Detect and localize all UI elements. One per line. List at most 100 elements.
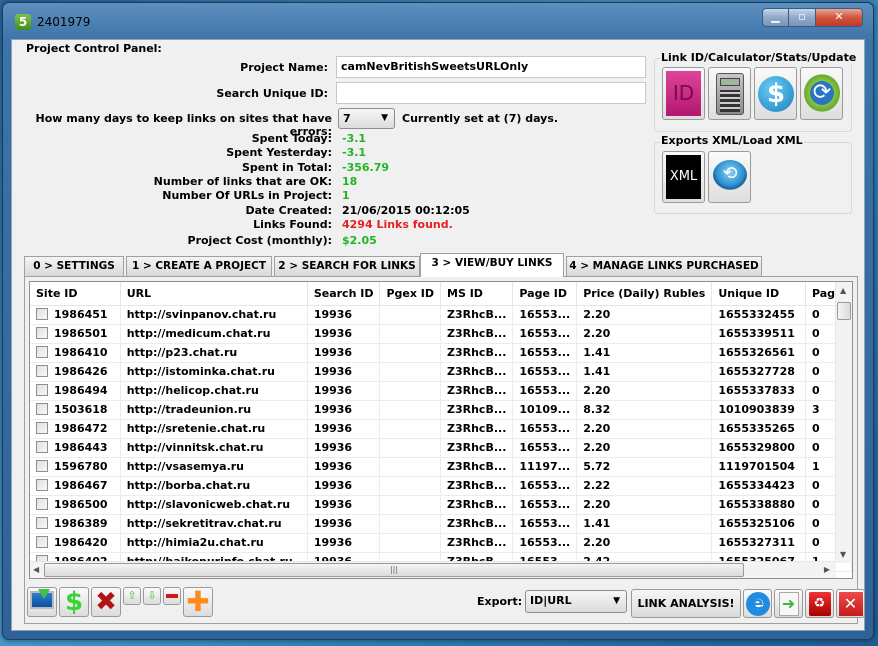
table-row[interactable]: 1986451 http://svinpanov.chat.ru 19936 Z3Rh… (30, 305, 852, 325)
stats-button[interactable]: $ (754, 67, 797, 120)
table-cell: Z3RhcB... (440, 419, 514, 439)
scroll-left-icon[interactable]: ◀ (33, 565, 39, 574)
row-checkbox[interactable] (36, 308, 48, 320)
delete-button[interactable]: ✖ (91, 587, 121, 617)
stat-value: 4294 Links found. (342, 218, 453, 231)
move-up-button[interactable]: ⇧ (123, 587, 141, 605)
add-button[interactable]: ✚ (183, 587, 213, 617)
recycle-button[interactable]: ♻ (805, 589, 834, 618)
download-button[interactable] (27, 587, 57, 617)
table-row[interactable]: 1986501 http://medicum.chat.ru 19936 Z3RhcB… (30, 324, 852, 344)
table-row[interactable]: 1986494 http://helicop.chat.ru 19936 Z3RhcB… (30, 381, 852, 401)
add-plus-icon: ✚ (186, 585, 210, 618)
vertical-scroll-thumb[interactable] (837, 302, 851, 320)
remove-button[interactable] (163, 587, 181, 605)
tab-view-buy-links[interactable]: 3 > VIEW/BUY LINKS (420, 253, 564, 277)
table-cell: Z3RhcB... (440, 495, 514, 515)
row-checkbox[interactable] (36, 346, 48, 358)
close-icon: ✕ (834, 10, 844, 23)
keep-days-select[interactable]: 7 ▼ (338, 108, 395, 129)
column-header[interactable]: Unique ID (711, 282, 806, 306)
row-checkbox[interactable] (36, 441, 48, 453)
table-cell: 1655325106 (711, 514, 806, 534)
export-document-icon: ➜ (778, 592, 799, 616)
column-header[interactable]: Site ID (30, 282, 121, 306)
window-title: 2401979 (37, 15, 91, 29)
table-cell: 16553... (512, 305, 578, 325)
table-row[interactable]: 1986467 http://borba.chat.ru 19936 Z3RhcB..… (30, 476, 852, 496)
table-cell: 19936 (307, 438, 381, 458)
table-cell (379, 495, 441, 515)
row-checkbox[interactable] (36, 365, 48, 377)
row-checkbox[interactable] (36, 422, 48, 434)
table-row[interactable]: 1986420 http://himia2u.chat.ru 19936 Z3RhcB… (30, 533, 852, 553)
tab-search-for-links[interactable]: 2 > SEARCH FOR LINKS (274, 256, 420, 276)
table-cell: http://sretenie.chat.ru (120, 419, 308, 439)
table-row[interactable]: 1986472 http://sretenie.chat.ru 19936 Z3Rhc… (30, 419, 852, 439)
close-window-button[interactable]: ✕ (816, 8, 863, 27)
column-header[interactable]: Price (Daily) Rubles (576, 282, 713, 306)
close-project-button[interactable]: ✕ (836, 589, 865, 618)
minimize-button[interactable]: ▁ (762, 8, 789, 27)
row-checkbox[interactable] (36, 498, 48, 510)
update-button[interactable]: ⟳ (800, 67, 843, 120)
delete-x-icon: ✖ (95, 587, 117, 617)
project-name-input[interactable]: camNevBritishSweetsURLOnly (336, 56, 646, 78)
open-in-browser-button[interactable]: e (743, 589, 772, 618)
table-cell: Z3RhcB... (440, 305, 514, 325)
table-row[interactable]: 1986426 http://istominka.chat.ru 19936 Z3Rh… (30, 362, 852, 382)
row-checkbox[interactable] (36, 403, 48, 415)
horizontal-scroll-thumb[interactable]: ||| (44, 563, 744, 577)
link-id-button[interactable]: ID (662, 67, 705, 120)
table-cell: 5.72 (576, 457, 713, 477)
table-cell: 1655338880 (711, 495, 806, 515)
scroll-up-icon[interactable]: ▲ (840, 286, 846, 295)
row-checkbox[interactable] (36, 479, 48, 491)
row-checkbox[interactable] (36, 460, 48, 472)
table-cell: http://slavonicweb.chat.ru (120, 495, 308, 515)
table-cell: 1986389 (30, 514, 121, 534)
table-cell (379, 381, 441, 401)
table-cell: 16553... (512, 495, 578, 515)
table-row[interactable]: 1986500 http://slavonicweb.chat.ru 19936 Z3… (30, 495, 852, 515)
table-cell: 1655329800 (711, 438, 806, 458)
vertical-scrollbar[interactable]: ▲ ▼ (835, 282, 852, 563)
table-cell: 1596780 (30, 457, 121, 477)
column-header[interactable]: URL (120, 282, 308, 306)
link-analysis-button[interactable]: LINK ANALYSIS! (631, 589, 741, 618)
row-checkbox[interactable] (36, 536, 48, 548)
buy-button[interactable]: $ (59, 587, 89, 617)
row-checkbox[interactable] (36, 384, 48, 396)
maximize-button[interactable]: ▫ (789, 8, 816, 27)
row-checkbox[interactable] (36, 327, 48, 339)
row-checkbox[interactable] (36, 517, 48, 529)
table-row[interactable]: 1986389 http://sekretitrav.chat.ru 19936 Z3… (30, 514, 852, 534)
column-header[interactable]: MS ID (440, 282, 514, 306)
export-xml-button[interactable]: XML (662, 151, 705, 203)
table-row[interactable]: 1503618 http://tradeunion.ru 19936 Z3RhcB..… (30, 400, 852, 420)
export-document-button[interactable]: ➜ (774, 589, 803, 618)
bottom-toolbar: $ ✖ ⇧ ⇩ ✚ Export: ID|URL ▼ LINK ANALYSIS… (25, 585, 865, 625)
table-cell: 1986501 (30, 324, 121, 344)
move-down-button[interactable]: ⇩ (143, 587, 161, 605)
export-format-select[interactable]: ID|URL ▼ (525, 590, 627, 613)
title-bar[interactable]: 5 2401979 ▁ ▫ ✕ (3, 3, 873, 37)
client-area: Project Control Panel: Project Name: cam… (11, 39, 865, 631)
tab-settings[interactable]: 0 > SETTINGS (24, 256, 124, 276)
table-row[interactable]: 1986410 http://p23.chat.ru 19936 Z3RhcB... 1… (30, 343, 852, 363)
scroll-down-icon[interactable]: ▼ (840, 550, 846, 559)
column-header[interactable]: Search ID (307, 282, 381, 306)
table-cell: 8.32 (576, 400, 713, 420)
load-xml-button[interactable]: ⟲ (708, 151, 751, 203)
tab-manage-links-purchased[interactable]: 4 > MANAGE LINKS PURCHASED (566, 256, 762, 276)
horizontal-scrollbar[interactable]: ◀ ||| ▶ (30, 561, 836, 578)
calculator-button[interactable] (708, 67, 751, 120)
tab-create-project[interactable]: 1 > CREATE A PROJECT (126, 256, 272, 276)
scroll-right-icon[interactable]: ▶ (824, 565, 830, 574)
column-header[interactable]: Page ID (512, 282, 578, 306)
table-row[interactable]: 1596780 http://vsasemya.ru 19936 Z3RhcB... 1… (30, 457, 852, 477)
stat-label: Date Created: (245, 204, 332, 217)
column-header[interactable]: Pgex ID (379, 282, 441, 306)
search-unique-id-input[interactable] (336, 82, 646, 104)
table-row[interactable]: 1986443 http://vinnitsk.chat.ru 19936 Z3Rhc… (30, 438, 852, 458)
